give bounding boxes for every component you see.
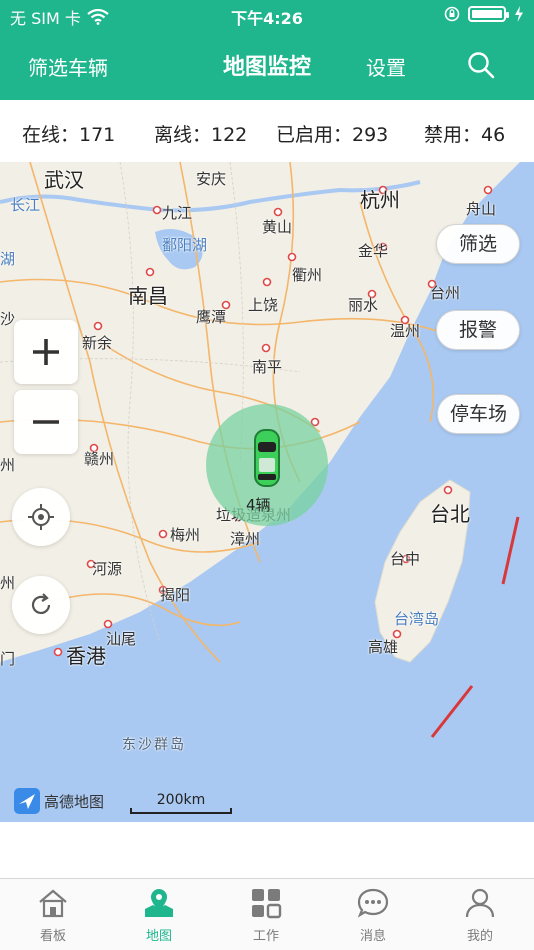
- rotation-lock-icon: [444, 6, 460, 22]
- locate-button[interactable]: [12, 488, 70, 546]
- place-ganzhou: 赣州: [84, 450, 115, 468]
- map-pin-icon: [145, 889, 173, 917]
- chat-bubble-icon: [357, 888, 389, 918]
- zoom-in-button[interactable]: [14, 320, 78, 384]
- house-icon: [39, 889, 67, 918]
- place-zhoushan: 舟山: [466, 200, 497, 218]
- tab-dashboard-label: 看板: [39, 929, 66, 944]
- place-jiujiang: 九江: [162, 204, 193, 222]
- place-hangzhou: 杭州: [360, 188, 400, 212]
- place-taibei: 台北: [430, 502, 470, 526]
- map-scale-label: 200km: [156, 792, 206, 808]
- place-jinhua: 金华: [358, 242, 389, 260]
- place-changjiang: 长江: [10, 196, 41, 214]
- person-icon: [465, 888, 495, 918]
- place-jieyang: 揭阳: [160, 586, 191, 604]
- tab-map-label: 地图: [145, 929, 172, 944]
- cluster-count-label: 4辆: [246, 496, 271, 514]
- map-scale: 200km: [130, 792, 232, 814]
- map-scale-bar: [130, 808, 232, 814]
- place-sha: 沙: [0, 310, 16, 328]
- place-taizhong: 台中: [390, 550, 421, 568]
- car-icon: [254, 429, 280, 487]
- map-filter-button[interactable]: 筛选: [435, 224, 520, 264]
- place-heyuan: 河源: [92, 560, 123, 578]
- place-men: 门: [0, 650, 16, 668]
- map-view[interactable]: 武汉 安庆 杭州 舟山 长江 九江 黄山 鄱阳湖 金华 湖 衢州 台州 南昌 上…: [0, 162, 534, 822]
- battery-icon: [468, 6, 509, 22]
- place-meizhou: 梅州: [170, 526, 201, 544]
- place-anqing: 安庆: [196, 170, 227, 188]
- place-huangshan: 黄山: [262, 218, 293, 236]
- settings-button[interactable]: 设置: [366, 52, 406, 81]
- place-quzhou: 衢州: [292, 266, 323, 284]
- stat-offline: 离线：122: [154, 124, 248, 146]
- tab-dashboard[interactable]: 看板: [0, 879, 106, 950]
- alarm-button[interactable]: 报警: [435, 310, 520, 350]
- charging-bolt-icon: [515, 6, 523, 22]
- tab-profile[interactable]: 我的: [427, 879, 533, 950]
- stat-online: 在线：171: [22, 124, 116, 146]
- amap-logo-icon: [14, 788, 40, 814]
- place-gaoxiong: 高雄: [368, 638, 399, 656]
- place-xinyu: 新余: [82, 334, 113, 352]
- place-dongsha: 东沙群岛: [122, 737, 186, 753]
- amap-logo-text: 高德地图: [44, 792, 105, 811]
- place-taiwanisland: 台湾岛: [394, 610, 440, 628]
- place-xianggang: 香港: [66, 644, 106, 668]
- place-wuhan: 武汉: [44, 168, 84, 192]
- grid-icon: [252, 889, 282, 919]
- tab-profile-label: 我的: [466, 929, 493, 944]
- tab-work[interactable]: 工作: [213, 879, 319, 950]
- place-zhou: 州: [0, 456, 16, 474]
- refresh-button[interactable]: [12, 576, 70, 634]
- parking-lot-button[interactable]: 停车场: [436, 394, 520, 434]
- tab-messages-label: 消息: [359, 929, 386, 944]
- place-yingtan: 鹰潭: [196, 308, 227, 326]
- place-shangrao: 上饶: [248, 296, 279, 314]
- tab-map[interactable]: 地图: [106, 879, 212, 950]
- search-icon[interactable]: [466, 50, 496, 80]
- tab-work-label: 工作: [252, 929, 279, 944]
- refresh-icon: [31, 593, 51, 614]
- tab-bar: 看板 地图 工作 消息 我的: [0, 878, 534, 950]
- stats-bar: 在线：171 离线：122 已启用：293 禁用：46: [0, 100, 534, 162]
- place-wenzhou: 温州: [390, 322, 421, 340]
- battery-fill: [472, 10, 502, 18]
- tab-messages[interactable]: 消息: [320, 879, 426, 950]
- place-lishui: 丽水: [348, 296, 379, 314]
- place-zhou2: 州: [0, 574, 16, 592]
- minus-icon: [33, 420, 59, 424]
- amap-logo: 高德地图: [14, 788, 104, 814]
- place-nanchang: 南昌: [128, 284, 168, 308]
- place-zhangzhou: 漳州: [230, 530, 261, 548]
- place-hu: 湖: [0, 250, 16, 268]
- status-right: [444, 6, 524, 22]
- place-taizhou: 台州: [430, 284, 461, 302]
- header: 无 SIM 卡 下午4:26 筛选车辆 地图监控 设置: [0, 0, 534, 100]
- zoom-out-button[interactable]: [14, 390, 78, 454]
- status-bar: 无 SIM 卡 下午4:26: [0, 0, 534, 30]
- locate-crosshair-icon: [28, 504, 54, 530]
- nav-bar: 筛选车辆 地图监控 设置: [0, 36, 534, 94]
- stat-disabled: 禁用：46: [424, 124, 506, 146]
- plus-icon: [33, 339, 59, 365]
- stat-enabled: 已启用：293: [276, 124, 389, 146]
- page-title: 地图监控: [222, 55, 311, 80]
- place-nanping: 南平: [252, 358, 283, 376]
- place-shanwei: 汕尾: [106, 630, 137, 648]
- place-poyanghu: 鄱阳湖: [162, 236, 208, 254]
